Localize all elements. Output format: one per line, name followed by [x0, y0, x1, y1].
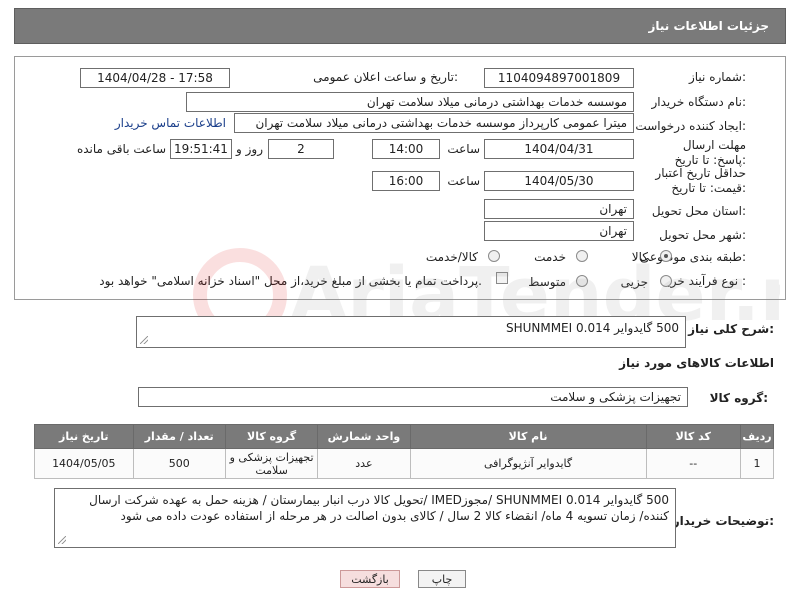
remaining-time-field[interactable]: 19:51:41 [170, 139, 232, 159]
requester-label: ایجاد کننده درخواست: [635, 119, 746, 133]
resize-grip-icon[interactable] [140, 336, 148, 344]
category-radio-service[interactable] [576, 250, 588, 262]
process-label: نوع فرآیند خرید : [661, 274, 746, 288]
province-label: استان محل تحویل: [651, 204, 746, 218]
col-unit: واحد شمارش [317, 424, 411, 449]
announce-label: تاریخ و ساعت اعلان عمومی: [313, 70, 458, 84]
deadline-time-label: ساعت [447, 142, 480, 156]
buyer-notes-label: توضیحات خریدار: [672, 514, 774, 528]
col-item-name: نام کالا [409, 424, 647, 449]
deadline-time-field[interactable]: 14:00 [372, 139, 440, 159]
page-title: جزئیات اطلاعات نیاز [648, 19, 769, 33]
deadline-date-field[interactable]: 1404/04/31 [484, 139, 634, 159]
city-label: شهر محل تحویل: [659, 228, 746, 242]
process-radio-minor[interactable] [660, 275, 672, 287]
need-number-field[interactable]: 1104094897001809 [484, 68, 634, 88]
category-option-goods: کالا [631, 250, 648, 264]
col-need-date: تاریخ نیاز [34, 424, 134, 449]
col-row-number: ردیف [739, 424, 775, 449]
treasury-payment-note: پرداخت تمام یا بخشی از مبلغ خرید،از محل … [99, 274, 482, 288]
cell-item-name: گایدوایر آنژیوگرافی [409, 448, 647, 479]
resize-grip-icon[interactable] [58, 536, 66, 544]
goods-info-title: اطلاعات کالاهای مورد نیاز [619, 356, 774, 370]
deadline-label: مهلت ارسال پاسخ: تا تاریخ: [674, 138, 746, 167]
process-option-minor: جزیی [620, 275, 648, 289]
description-field[interactable]: 500 گایدوایر SHUNMMEI 0.014 [136, 316, 686, 348]
category-radio-goods-service[interactable] [488, 250, 500, 262]
remaining-label: ساعت باقی مانده [76, 142, 166, 156]
print-button[interactable]: چاپ [418, 570, 466, 588]
category-option-service: خدمت [534, 250, 566, 264]
table-header-row: ردیف کد کالا نام کالا واحد شمارش گروه کا… [34, 424, 775, 449]
category-option-goods-service: کالا/خدمت [425, 250, 478, 264]
announce-datetime-field[interactable]: 1404/04/28 - 17:58 [80, 68, 230, 88]
treasury-payment-checkbox[interactable] [496, 272, 508, 284]
cell-item-group: تجهیزات پزشکی و سلامت [224, 448, 319, 479]
cell-quantity: 500 [132, 448, 226, 479]
min-price-date-field[interactable]: 1404/05/30 [484, 171, 634, 191]
buyer-org-label: نام دستگاه خریدار: [651, 95, 747, 109]
col-item-code: کد کالا [645, 424, 741, 449]
city-field[interactable]: تهران [484, 221, 634, 241]
cell-row-number: 1 [739, 448, 775, 479]
col-item-group: گروه کالا [224, 424, 319, 449]
description-text: 500 گایدوایر SHUNMMEI 0.014 [505, 321, 679, 335]
buyer-contact-link[interactable]: اطلاعات تماس خریدار [115, 116, 226, 130]
buyer-org-field[interactable]: موسسه خدمات بهداشتی درمانی میلاد سلامت ت… [186, 92, 634, 112]
table-row[interactable]: 1 -- گایدوایر آنژیوگرافی عدد تجهیزات پزش… [34, 448, 775, 479]
need-number-label: شماره نیاز: [688, 70, 746, 84]
cell-unit: عدد [317, 448, 411, 479]
cell-need-date: 1404/05/05 [34, 448, 134, 479]
goods-table: ردیف کد کالا نام کالا واحد شمارش گروه کا… [34, 424, 775, 479]
min-price-label: حداقل تاریخ اعتبار قیمت: تا تاریخ: [655, 166, 746, 195]
process-option-medium: متوسط [528, 275, 566, 289]
days-label: روز و [236, 142, 263, 156]
category-radio-goods[interactable] [660, 250, 672, 262]
col-quantity: تعداد / مقدار [132, 424, 226, 449]
page-title-bar: جزئیات اطلاعات نیاز [14, 8, 786, 44]
buyer-notes-text: 500 گایدوایر SHUNMMEI 0.014 /مجوزIMED /ت… [89, 493, 669, 523]
min-price-time-field[interactable]: 16:00 [372, 171, 440, 191]
requester-field[interactable]: میترا عمومی کارپرداز موسسه خدمات بهداشتی… [234, 113, 634, 133]
min-price-time-label: ساعت [447, 174, 480, 188]
category-label: طبقه بندی موضوعی: [639, 250, 746, 264]
description-label: شرح کلی نیاز: [688, 322, 774, 336]
back-button[interactable]: بازگشت [340, 570, 400, 588]
province-field[interactable]: تهران [484, 199, 634, 219]
goods-group-field[interactable]: تجهیزات پزشکی و سلامت [138, 387, 688, 407]
goods-group-label: گروه کالا: [709, 391, 768, 405]
process-radio-medium[interactable] [576, 275, 588, 287]
buyer-notes-field[interactable]: 500 گایدوایر SHUNMMEI 0.014 /مجوزIMED /ت… [54, 488, 676, 548]
cell-item-code: -- [645, 448, 741, 479]
remaining-days-field[interactable]: 2 [268, 139, 334, 159]
